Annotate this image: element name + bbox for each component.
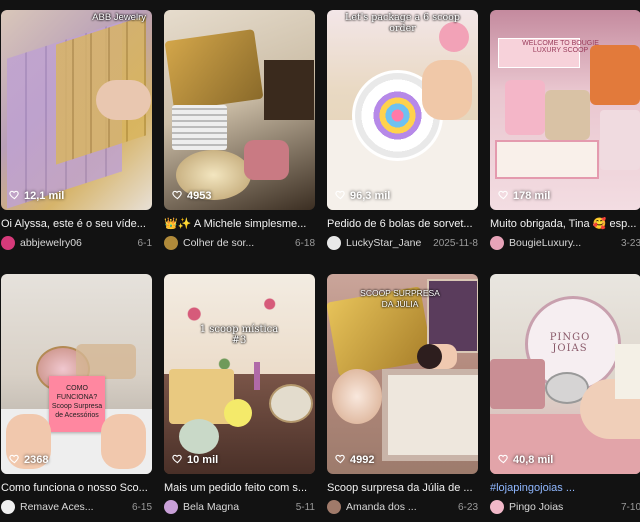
view-count: 2368 bbox=[9, 453, 48, 467]
author-row[interactable]: LuckyStar_Jane 2025-11-8 bbox=[327, 236, 478, 250]
avatar[interactable] bbox=[490, 236, 504, 250]
video-card[interactable]: 1 scoop mística #3 10 mil Mais um pedido… bbox=[164, 274, 315, 514]
post-date: 6-18 bbox=[294, 237, 315, 249]
video-card[interactable]: 4953 👑✨ A Michele simplesme... Colher de… bbox=[164, 10, 315, 250]
video-caption[interactable]: 👑✨ A Michele simplesme... bbox=[164, 217, 315, 231]
author-name[interactable]: Pingo Joias bbox=[509, 501, 617, 513]
author-row[interactable]: BougieLuxury... 3-23 bbox=[490, 236, 640, 250]
view-count: 10 mil bbox=[172, 453, 218, 467]
video-thumbnail[interactable]: COMO FUNCIONA? Scoop Surpresa de Acessór… bbox=[1, 274, 152, 474]
view-count: 40,8 mil bbox=[498, 453, 553, 467]
video-caption[interactable]: Muito obrigada, Tina 🥰 esp... bbox=[490, 217, 640, 231]
video-thumbnail[interactable]: 1 scoop mística #3 10 mil bbox=[164, 274, 315, 474]
avatar[interactable] bbox=[1, 500, 15, 514]
video-card[interactable]: COMO FUNCIONA? Scoop Surpresa de Acessór… bbox=[1, 274, 152, 514]
video-caption[interactable]: #lojapingojoias ... bbox=[490, 481, 640, 495]
heart-outline-icon bbox=[172, 189, 183, 203]
video-card[interactable]: PINGO JOIAS 40,8 mil #lojapingojoias ...… bbox=[490, 274, 640, 514]
video-card[interactable]: Let's package a 6 scoop order 96,3 mil P… bbox=[327, 10, 478, 250]
avatar[interactable] bbox=[164, 500, 178, 514]
video-overlay-text: 1 scoop mística #3 bbox=[199, 324, 279, 346]
video-caption[interactable]: Como funciona o nosso Sco... bbox=[1, 481, 152, 495]
video-overlay-text: Let's package a 6 scoop order bbox=[345, 12, 460, 34]
video-card[interactable]: ABB Jewelry 12,1 mil Oi Alyssa, este é o… bbox=[1, 10, 152, 250]
video-caption[interactable]: Pedido de 6 bolas de sorvet... bbox=[327, 217, 478, 231]
video-overlay-text: COMO FUNCIONA? Scoop Surpresa de Acessór… bbox=[51, 385, 103, 419]
video-thumbnail[interactable]: 4953 bbox=[164, 10, 315, 210]
post-date: 6-23 bbox=[457, 501, 478, 513]
video-thumbnail[interactable]: PINGO JOIAS 40,8 mil bbox=[490, 274, 640, 474]
view-count: 4953 bbox=[172, 189, 211, 203]
heart-outline-icon bbox=[498, 453, 509, 467]
video-overlay-text: SCOOP SURPRESA DA JÚLIA bbox=[360, 288, 440, 309]
author-name[interactable]: Bela Magna bbox=[183, 501, 292, 513]
view-count: 96,3 mil bbox=[335, 189, 390, 203]
author-row[interactable]: Colher de sor... 6-18 bbox=[164, 236, 315, 250]
video-overlay-text: PINGO JOIAS bbox=[549, 332, 591, 354]
video-card[interactable]: WELCOME TO BOUGIE LUXURY SCOOP 178 mil M… bbox=[490, 10, 640, 250]
video-thumbnail[interactable]: ABB Jewelry 12,1 mil bbox=[1, 10, 152, 210]
heart-outline-icon bbox=[335, 189, 346, 203]
avatar[interactable] bbox=[327, 236, 341, 250]
author-name[interactable]: LuckyStar_Jane bbox=[346, 237, 429, 249]
avatar[interactable] bbox=[490, 500, 504, 514]
heart-outline-icon bbox=[335, 453, 346, 467]
post-date: 3-23 bbox=[620, 237, 640, 249]
heart-outline-icon bbox=[9, 453, 20, 467]
post-date: 6-15 bbox=[131, 501, 152, 513]
author-row[interactable]: Remave Aces... 6-15 bbox=[1, 500, 152, 514]
avatar[interactable] bbox=[327, 500, 341, 514]
video-card[interactable]: SCOOP SURPRESA DA JÚLIA 4992 Scoop surpr… bbox=[327, 274, 478, 514]
heart-outline-icon bbox=[172, 453, 183, 467]
video-overlay-text: ABB Jewelry bbox=[92, 12, 146, 23]
author-name[interactable]: Remave Aces... bbox=[20, 501, 128, 513]
post-date: 6-1 bbox=[137, 237, 152, 249]
post-date: 7-10 bbox=[620, 501, 640, 513]
video-thumbnail[interactable]: Let's package a 6 scoop order 96,3 mil bbox=[327, 10, 478, 210]
video-caption[interactable]: Mais um pedido feito com s... bbox=[164, 481, 315, 495]
post-date: 5-11 bbox=[295, 501, 315, 513]
avatar[interactable] bbox=[164, 236, 178, 250]
video-overlay-text: WELCOME TO BOUGIE LUXURY SCOOP bbox=[522, 40, 599, 54]
view-count: 178 mil bbox=[498, 189, 550, 203]
author-row[interactable]: Pingo Joias 7-10 bbox=[490, 500, 640, 514]
video-caption[interactable]: Scoop surpresa da Júlia de ... bbox=[327, 481, 478, 495]
avatar[interactable] bbox=[1, 236, 15, 250]
author-name[interactable]: Colher de sor... bbox=[183, 237, 291, 249]
video-thumbnail[interactable]: SCOOP SURPRESA DA JÚLIA 4992 bbox=[327, 274, 478, 474]
heart-outline-icon bbox=[9, 189, 20, 203]
video-thumbnail[interactable]: WELCOME TO BOUGIE LUXURY SCOOP 178 mil bbox=[490, 10, 640, 210]
view-count: 12,1 mil bbox=[9, 189, 64, 203]
heart-outline-icon bbox=[498, 189, 509, 203]
view-count: 4992 bbox=[335, 453, 374, 467]
author-name[interactable]: Amanda dos ... bbox=[346, 501, 454, 513]
author-row[interactable]: Bela Magna 5-11 bbox=[164, 500, 315, 514]
author-name[interactable]: BougieLuxury... bbox=[509, 237, 617, 249]
video-caption[interactable]: Oi Alyssa, este é o seu víde... bbox=[1, 217, 152, 231]
post-date: 2025-11-8 bbox=[433, 237, 478, 249]
author-row[interactable]: Amanda dos ... 6-23 bbox=[327, 500, 478, 514]
author-row[interactable]: abbjewelry06 6-1 bbox=[1, 236, 152, 250]
author-name[interactable]: abbjewelry06 bbox=[20, 237, 134, 249]
